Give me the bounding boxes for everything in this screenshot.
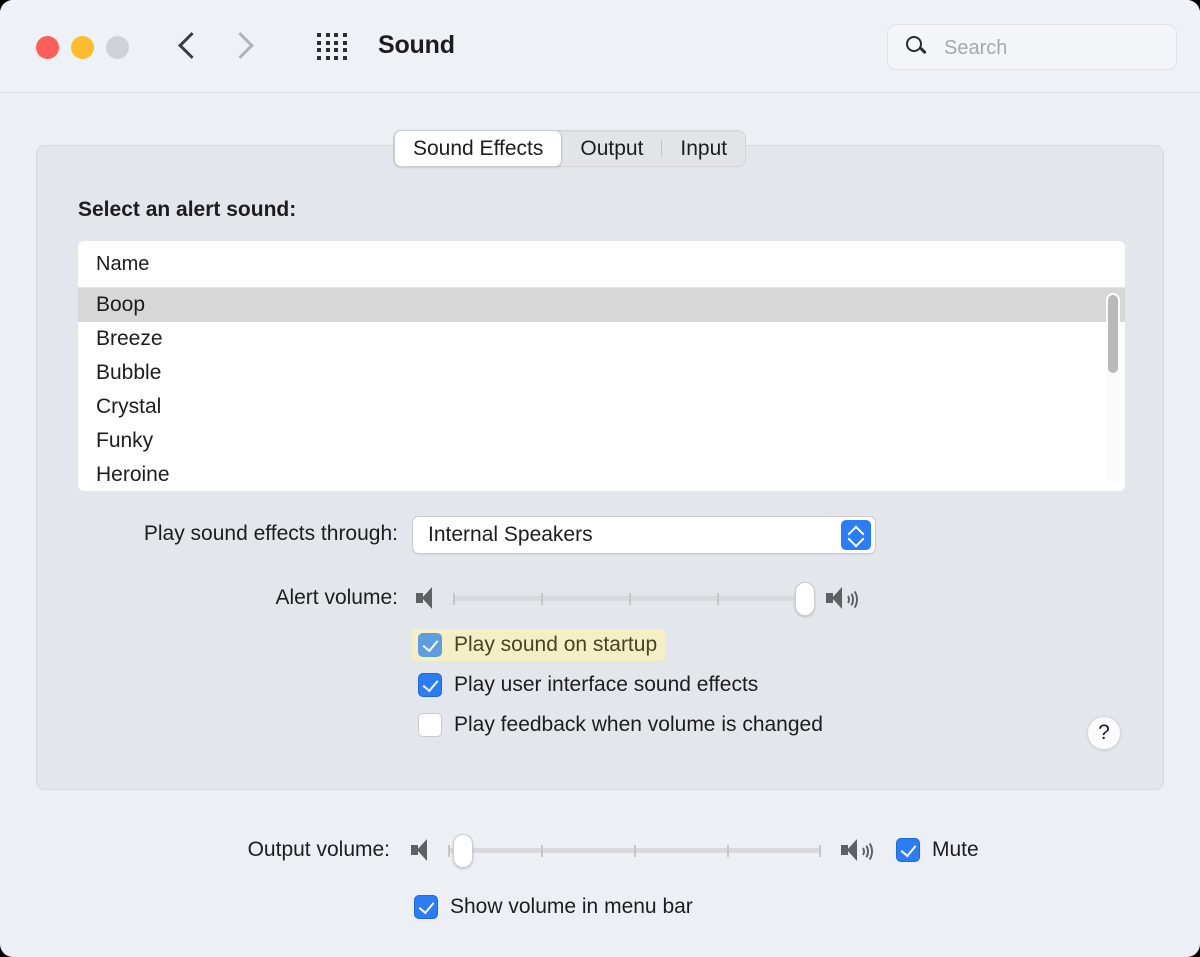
output-device-value: Internal Speakers <box>428 523 593 546</box>
slider-tick <box>629 593 631 605</box>
list-item[interactable]: Breeze <box>78 322 1125 356</box>
grid-icon[interactable] <box>317 33 349 61</box>
navigation-arrows <box>175 24 255 70</box>
list-scrollbar-thumb[interactable] <box>1108 295 1118 373</box>
list-item[interactable]: Crystal <box>78 390 1125 424</box>
checkbox-label: Play feedback when volume is changed <box>454 713 823 736</box>
titlebar: Sound <box>0 0 1200 93</box>
slider-tick <box>541 845 543 857</box>
output-volume-knob[interactable] <box>453 834 473 868</box>
column-header-name: Name <box>96 252 150 275</box>
slider-tick <box>448 845 450 857</box>
speaker-max-icon <box>840 838 873 863</box>
alert-sound-list[interactable]: Name Boop Breeze Bubble Crystal Funky He… <box>78 241 1125 491</box>
help-button[interactable]: ? <box>1087 716 1121 750</box>
output-volume-slider[interactable] <box>410 830 880 870</box>
list-rows: Boop Breeze Bubble Crystal Funky Heroine <box>78 288 1125 491</box>
section-title: Select an alert sound: <box>78 198 297 221</box>
speaker-max-icon <box>825 586 858 611</box>
checkbox-label: Play sound on startup <box>454 633 658 656</box>
checkbox-mute[interactable] <box>896 838 920 862</box>
list-item[interactable]: Funky <box>78 424 1125 458</box>
tab-output[interactable]: Output <box>562 131 661 166</box>
alert-volume-label: Alert volume: <box>275 586 398 609</box>
tab-bar: Sound Effects Output Input <box>393 130 747 167</box>
speaker-min-icon <box>410 838 434 862</box>
slider-tick <box>819 845 821 857</box>
list-item[interactable]: Boop <box>78 288 1125 322</box>
checkbox-label: Mute <box>932 838 979 861</box>
page-title: Sound <box>378 31 455 59</box>
slider-tick <box>717 593 719 605</box>
alert-volume-knob[interactable] <box>795 582 815 616</box>
list-scrollbar[interactable] <box>1106 293 1120 483</box>
tab-input[interactable]: Input <box>662 131 745 166</box>
list-item[interactable]: Heroine <box>78 458 1125 491</box>
back-chevron-icon[interactable] <box>175 24 201 70</box>
sound-effects-panel: Select an alert sound: Name Boop Breeze … <box>36 145 1164 790</box>
chevron-updown-icon[interactable] <box>841 520 871 550</box>
slider-tick <box>453 593 455 605</box>
checkbox-row-mute[interactable]: Mute <box>896 834 979 866</box>
slider-tick <box>541 593 543 605</box>
checkbox-play-ui-sound-effects[interactable] <box>418 673 442 697</box>
list-header: Name <box>78 241 1125 288</box>
list-item[interactable]: Bubble <box>78 356 1125 390</box>
sound-preferences-window: Sound Sound Effects Output Input Select … <box>0 0 1200 957</box>
output-device-label: Play sound effects through: <box>143 522 398 545</box>
checkbox-row-show-volume-in-menu-bar[interactable]: Show volume in menu bar <box>414 891 693 923</box>
alert-volume-slider[interactable] <box>415 578 875 618</box>
forward-chevron-icon[interactable] <box>229 24 255 70</box>
close-button[interactable] <box>36 36 59 59</box>
search-field[interactable] <box>887 24 1177 71</box>
tab-sound-effects[interactable]: Sound Effects <box>394 130 563 167</box>
output-device-popup[interactable]: Internal Speakers <box>412 516 876 554</box>
zoom-button[interactable] <box>106 36 129 59</box>
slider-tick <box>634 845 636 857</box>
checkbox-row-play-feedback-volume-changed[interactable]: Play feedback when volume is changed <box>418 709 823 741</box>
traffic-lights <box>36 36 129 59</box>
checkbox-row-play-ui-sound-effects[interactable]: Play user interface sound effects <box>418 669 758 701</box>
speaker-min-icon <box>415 586 439 610</box>
search-input[interactable] <box>942 25 1166 71</box>
checkbox-row-play-sound-on-startup[interactable]: Play sound on startup <box>412 629 666 661</box>
search-icon <box>906 36 928 58</box>
slider-tick <box>727 845 729 857</box>
output-volume-label: Output volume: <box>247 838 390 861</box>
checkbox-play-feedback-volume-changed[interactable] <box>418 713 442 737</box>
checkbox-show-volume-in-menu-bar[interactable] <box>414 895 438 919</box>
checkbox-label: Show volume in menu bar <box>450 895 693 918</box>
checkbox-play-sound-on-startup[interactable] <box>418 633 442 657</box>
checkbox-label: Play user interface sound effects <box>454 673 759 696</box>
minimize-button[interactable] <box>71 36 94 59</box>
